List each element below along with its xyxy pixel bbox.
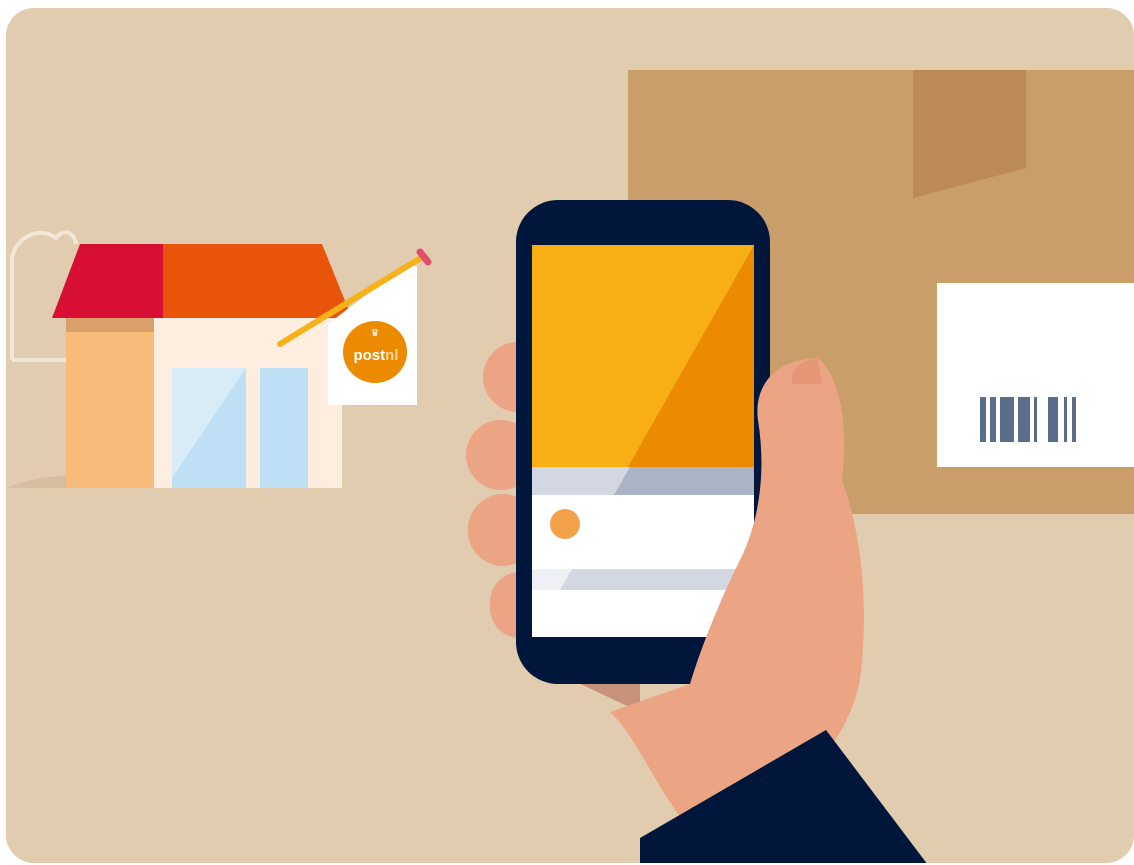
screen-bar-2-shade — [560, 569, 754, 590]
post-office-shop — [52, 244, 352, 488]
shop-side-wall — [66, 318, 154, 488]
shop-side-shadow — [66, 318, 154, 332]
roof-orange — [163, 244, 352, 318]
illustration-frame: ♛ postnl — [6, 8, 1134, 863]
postnl-illustration: ♛ postnl — [6, 8, 1134, 863]
shop-door — [260, 368, 308, 488]
crown-icon: ♛ — [371, 328, 380, 339]
screen-dot-icon — [550, 509, 580, 539]
screen-bar-1-shade — [614, 467, 754, 495]
postnl-logo-text: postnl — [353, 347, 398, 364]
